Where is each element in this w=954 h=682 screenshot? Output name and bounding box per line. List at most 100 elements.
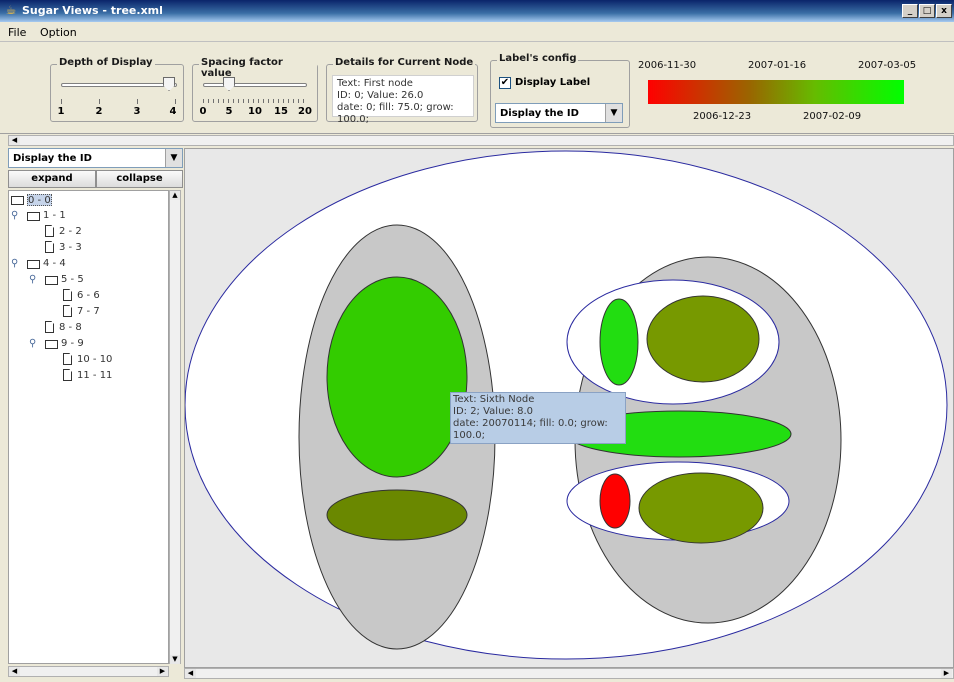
legend-date-label: 2006-11-30 [638, 60, 697, 71]
tree-node[interactable]: 0 - 0 [27, 194, 52, 206]
depth-slider-thumb[interactable] [163, 77, 175, 91]
chevron-down-icon[interactable]: ▼ [165, 149, 182, 167]
tree-node[interactable]: 10 - 10 [77, 354, 112, 366]
tree-label-select[interactable]: Display the ID ▼ [8, 148, 183, 168]
tree-node[interactable]: 8 - 8 [59, 322, 82, 334]
node-ellipse-7[interactable] [646, 295, 760, 383]
label-config-group: Label's config ✔ Display Label Display t… [490, 53, 630, 128]
node-tooltip: Text: Sixth Node ID: 2; Value: 8.0 date:… [450, 392, 626, 444]
legend-date-label: 2006-12-23 [693, 111, 752, 122]
canvas-horizontal-scrollbar[interactable]: ◀ ▶ [184, 668, 954, 679]
details-group: Details for Current Node Text: First nod… [326, 57, 478, 125]
tree-toggle-icon[interactable]: ⚲ [11, 258, 18, 269]
details-line: ID: 0; Value: 26.0 [337, 90, 424, 101]
folder-icon [27, 260, 40, 269]
folder-icon [45, 276, 58, 285]
tooltip-line: ID: 2; Value: 8.0 [453, 406, 534, 417]
menu-file[interactable]: File [8, 26, 26, 39]
chevron-down-icon[interactable]: ▼ [605, 104, 622, 122]
depth-slider-track[interactable] [61, 83, 177, 87]
java-cup-icon: ☕ [5, 3, 17, 17]
tree-node[interactable]: 4 - 4 [43, 258, 66, 270]
depth-tick-label: 1 [57, 106, 65, 117]
details-title: Details for Current Node [333, 57, 476, 68]
tree-toggle-icon[interactable]: ⚲ [29, 274, 36, 285]
scroll-right-icon[interactable]: ▶ [941, 669, 952, 678]
tree-toggle-icon[interactable]: ⚲ [29, 338, 36, 349]
tree-node[interactable]: 5 - 5 [61, 274, 84, 286]
title-bar: ☕ Sugar Views - tree.xml _ □ x [0, 0, 954, 22]
close-button[interactable]: x [936, 4, 952, 18]
expand-button[interactable]: expand [8, 170, 96, 188]
window-controls: _ □ x [901, 3, 952, 18]
file-icon [45, 241, 54, 253]
spacing-tick-label: 0 [199, 106, 207, 117]
depth-tick-label: 2 [95, 106, 103, 117]
tree-node[interactable]: 2 - 2 [59, 226, 82, 238]
tree-panel: Display the ID ▼ expand collapse 0 - 0 ⚲… [8, 148, 183, 678]
scroll-down-icon[interactable]: ▼ [170, 655, 180, 664]
node-ellipse-2[interactable] [326, 276, 468, 478]
spacing-tick-label: 20 [298, 106, 312, 117]
spacing-tick-label: 15 [274, 106, 288, 117]
minimize-button[interactable]: _ [902, 4, 918, 18]
canvas-vertical-scrollbar[interactable] [942, 149, 953, 153]
tree-node[interactable]: 6 - 6 [77, 290, 100, 302]
legend-date-label: 2007-03-05 [858, 60, 917, 71]
scroll-left-icon[interactable]: ◀ [9, 136, 20, 145]
tooltip-line: Text: Sixth Node [453, 394, 535, 405]
display-label-text: Display Label [515, 77, 591, 88]
scroll-left-icon[interactable]: ◀ [185, 669, 196, 678]
tooltip-line: date: 20070114; fill: 0.0; grow: 100.0; [453, 418, 608, 441]
date-color-gradient [648, 80, 904, 104]
tree-toggle-icon[interactable]: ⚲ [11, 210, 18, 221]
details-line: Text: First node [337, 78, 413, 89]
tree-node[interactable]: 3 - 3 [59, 242, 82, 254]
display-label-checkbox[interactable]: ✔ [499, 77, 511, 89]
tree-label-value: Display the ID [13, 153, 92, 164]
depth-group: Depth of Display 1 2 3 4 [50, 57, 184, 122]
folder-icon [11, 196, 24, 205]
scroll-left-icon[interactable]: ◀ [9, 667, 20, 676]
label-mode-value: Display the ID [500, 108, 579, 119]
scroll-right-icon[interactable]: ▶ [157, 667, 168, 676]
node-ellipse-10[interactable] [599, 473, 631, 529]
spacing-tick-label: 10 [248, 106, 262, 117]
control-toolbar: Depth of Display 1 2 3 4 Spacing factor … [0, 42, 954, 134]
menu-option[interactable]: Option [40, 26, 77, 39]
label-config-title: Label's config [497, 53, 579, 64]
tree-node[interactable]: 11 - 11 [77, 370, 112, 382]
tree-vertical-scrollbar[interactable]: ▲ ▼ [169, 190, 181, 664]
tree-node[interactable]: 1 - 1 [43, 210, 66, 222]
scroll-up-icon[interactable]: ▲ [170, 191, 180, 200]
tree-node[interactable]: 7 - 7 [77, 306, 100, 318]
depth-title: Depth of Display [57, 57, 155, 68]
details-text: Text: First node ID: 0; Value: 26.0 date… [332, 75, 474, 125]
depth-tick-label: 4 [169, 106, 177, 117]
tree-node[interactable]: 9 - 9 [61, 338, 84, 350]
folder-icon [45, 340, 58, 349]
legend-date-label: 2007-01-16 [748, 60, 807, 71]
node-ellipse-6[interactable] [599, 298, 639, 386]
file-icon [63, 369, 72, 381]
toolbar-scrollbar[interactable]: ◀ [8, 135, 954, 146]
maximize-button[interactable]: □ [919, 4, 935, 18]
details-line: date: 0; fill: 75.0; grow: 100.0; [337, 102, 454, 125]
file-icon [45, 321, 54, 333]
file-icon [63, 305, 72, 317]
node-ellipse-3[interactable] [326, 489, 468, 541]
file-icon [63, 353, 72, 365]
window-title: Sugar Views - tree.xml [22, 4, 163, 17]
node-ellipse-11[interactable] [638, 472, 764, 544]
file-icon [45, 225, 54, 237]
collapse-button[interactable]: collapse [96, 170, 183, 188]
tree-horizontal-scrollbar[interactable]: ◀ ▶ [8, 666, 169, 677]
spacing-slider-track[interactable] [203, 83, 307, 87]
folder-icon [27, 212, 40, 221]
spacing-tick-label: 5 [225, 106, 233, 117]
label-mode-select[interactable]: Display the ID ▼ [495, 103, 623, 123]
tree-visualization-canvas[interactable]: Text: Sixth Node ID: 2; Value: 8.0 date:… [184, 148, 954, 668]
menu-bar: File Option [0, 22, 954, 42]
file-icon [63, 289, 72, 301]
spacing-slider-thumb[interactable] [223, 77, 235, 91]
